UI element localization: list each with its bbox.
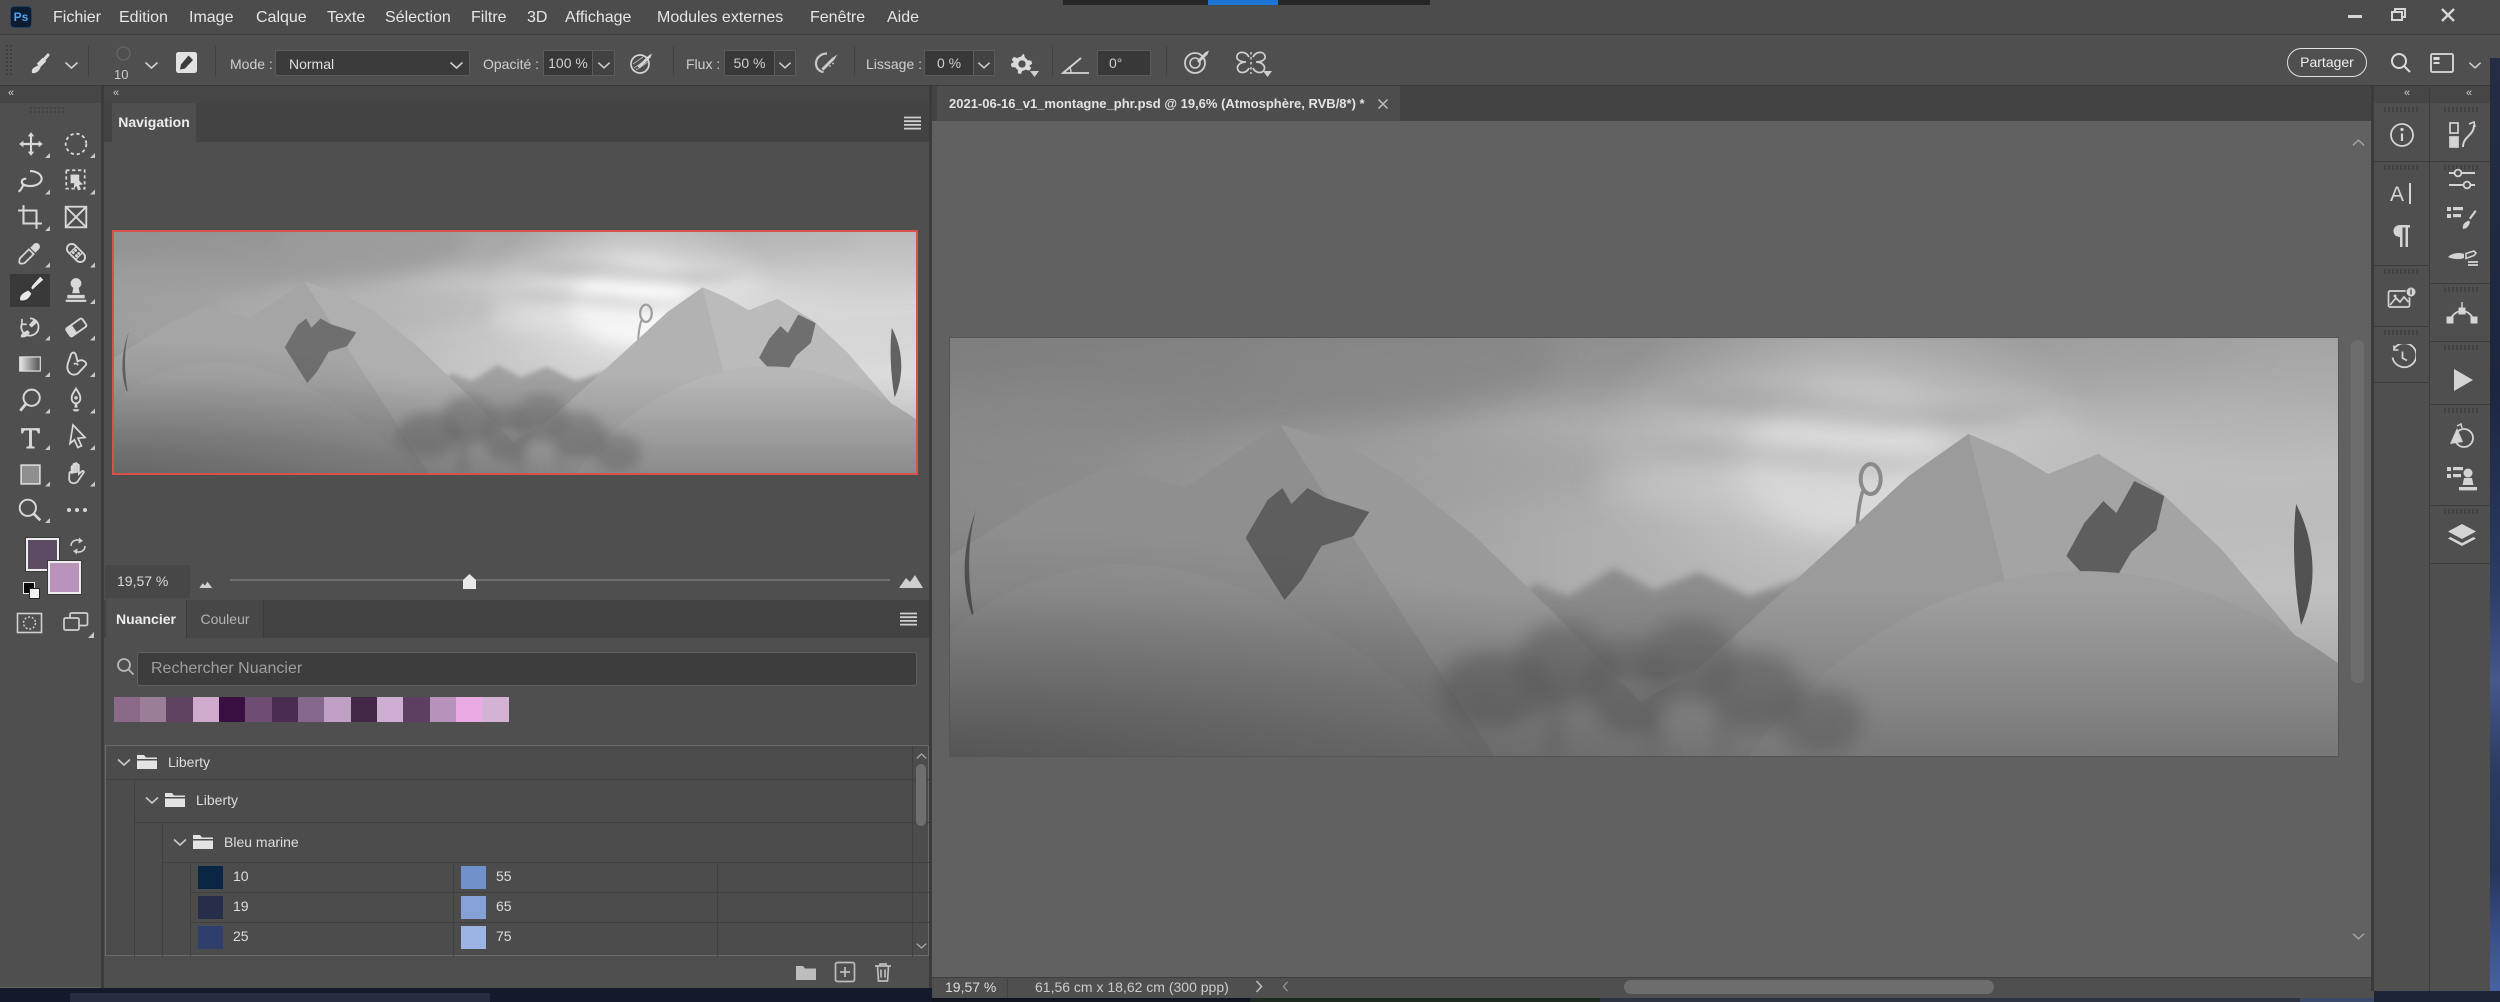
svg-text:A: A [2390,183,2404,206]
